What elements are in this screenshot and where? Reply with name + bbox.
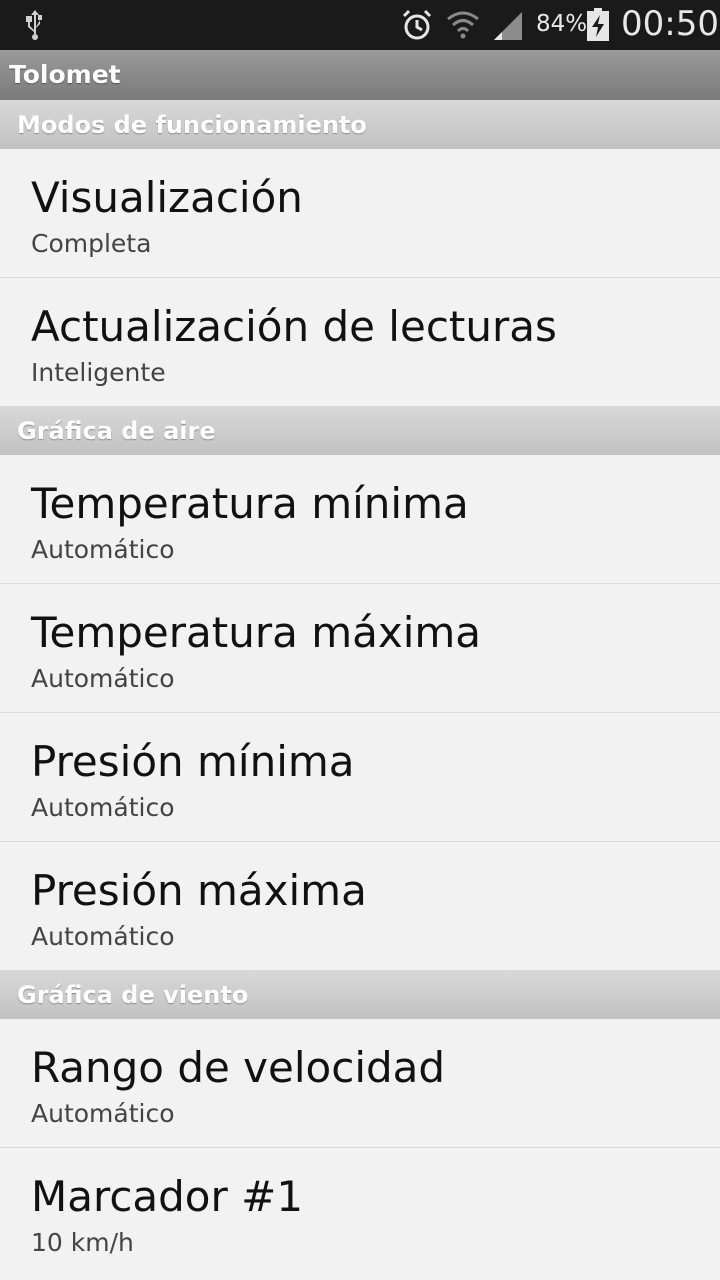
pref-summary: Inteligente [31, 358, 166, 387]
pref-title: Actualización de lecturas [31, 302, 557, 351]
pref-title: Presión mínima [31, 737, 355, 786]
pref-temperatura-maxima[interactable]: Temperatura máxima Automático [0, 584, 720, 713]
pref-title: Rango de velocidad [31, 1043, 446, 1092]
pref-rango-velocidad[interactable]: Rango de velocidad Automático [0, 1019, 720, 1148]
pref-title: Temperatura mínima [31, 479, 469, 528]
pref-presion-maxima[interactable]: Presión máxima Automático [0, 842, 720, 970]
pref-presion-minima[interactable]: Presión mínima Automático [0, 713, 720, 842]
pref-summary: Completa [31, 229, 152, 258]
signal-icon [494, 12, 522, 40]
pref-summary: Automático [31, 1099, 175, 1128]
app-bar: Tolomet [0, 50, 720, 100]
section-header-aire: Gráfica de aire [0, 406, 720, 455]
pref-title: Visualización [31, 173, 303, 222]
pref-summary: 10 km/h [31, 1228, 134, 1257]
usb-icon [26, 10, 42, 40]
section-header-modos: Modos de funcionamiento [0, 100, 720, 149]
section-header-viento: Gráfica de viento [0, 970, 720, 1019]
section-title: Modos de funcionamiento [17, 111, 367, 139]
pref-visualizacion[interactable]: Visualización Completa [0, 149, 720, 278]
pref-summary: Automático [31, 922, 175, 951]
preferences-list: Modos de funcionamiento Visualización Co… [0, 100, 720, 1276]
battery-percent: 84% [536, 11, 588, 37]
section-title: Gráfica de aire [17, 417, 216, 445]
battery-charging-icon [587, 8, 609, 41]
clock: 00:50 [621, 4, 719, 44]
pref-title: Marcador #1 [31, 1172, 304, 1221]
pref-summary: Automático [31, 664, 175, 693]
status-bar: 84% 00:50 [0, 0, 720, 50]
app-title: Tolomet [9, 60, 121, 89]
alarm-icon [402, 9, 432, 40]
section-title: Gráfica de viento [17, 981, 249, 1009]
wifi-icon [447, 11, 479, 39]
pref-temperatura-minima[interactable]: Temperatura mínima Automático [0, 455, 720, 584]
pref-summary: Automático [31, 535, 175, 564]
pref-title: Presión máxima [31, 866, 367, 915]
pref-summary: Automático [31, 793, 175, 822]
pref-title: Temperatura máxima [31, 608, 482, 657]
pref-marcador-1[interactable]: Marcador #1 10 km/h [0, 1148, 720, 1276]
pref-actualizacion[interactable]: Actualización de lecturas Inteligente [0, 278, 720, 406]
